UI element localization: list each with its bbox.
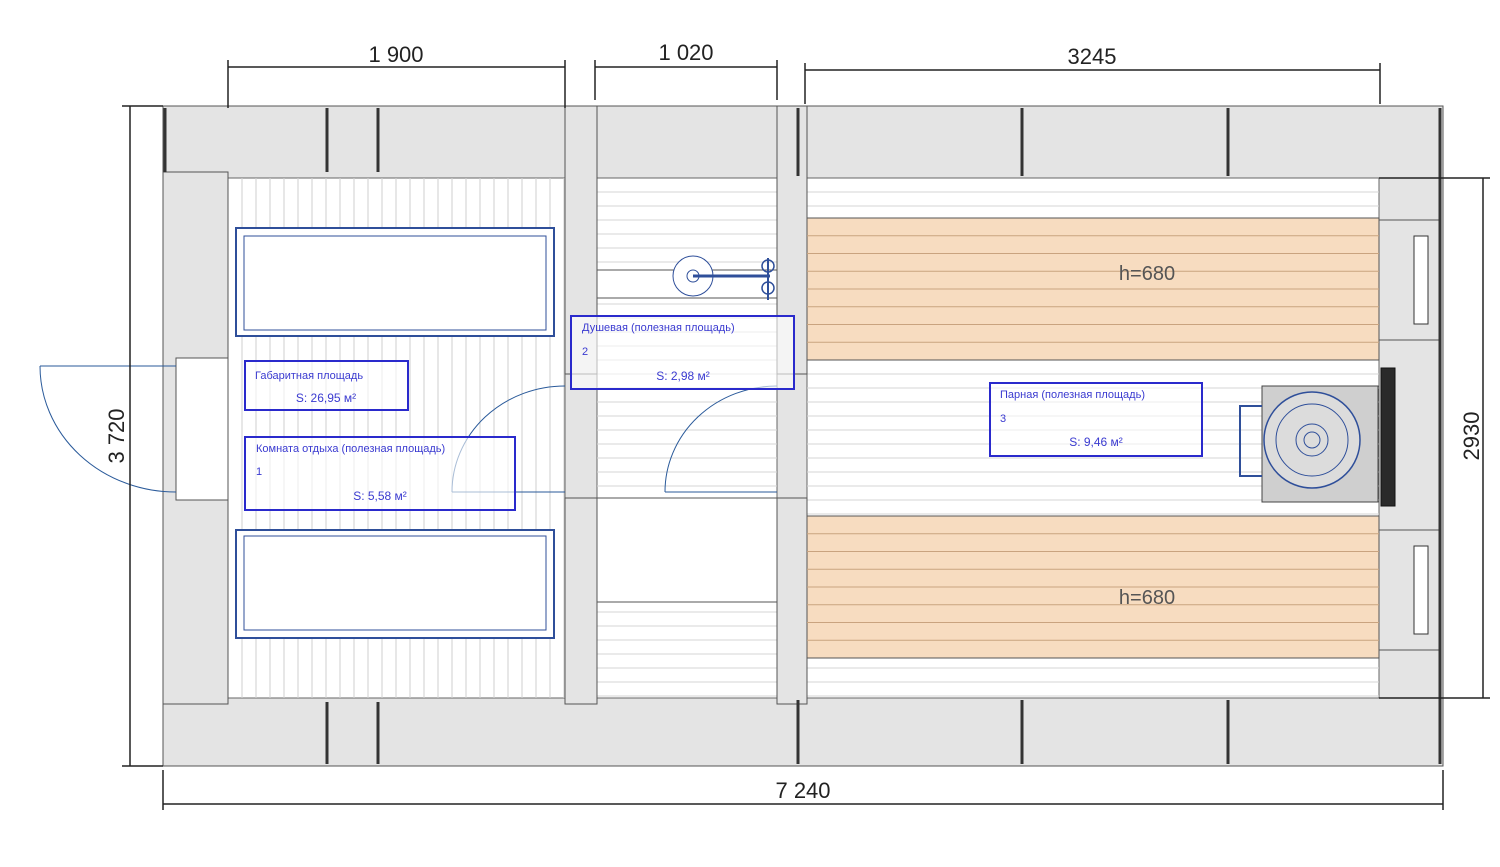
bench-lower-height: h=680 (1119, 587, 1175, 609)
label-steam-room: Парная (полезная площадь) 3 S: 9,46 м² (989, 382, 1203, 457)
shower-area: S: 2,98 м² (656, 369, 710, 383)
shower-name: Душевая (полезная площадь) (582, 322, 735, 334)
label-gross-area: Габаритная площадь S: 26,95 м² (244, 360, 409, 411)
shower-number: 2 (582, 346, 588, 358)
shower-floor (596, 177, 778, 699)
steam-room-name: Парная (полезная площадь) (1000, 389, 1145, 401)
gross-area-value: S: 26,95 м² (296, 391, 356, 405)
rest-room-area: S: 5,58 м² (353, 489, 407, 503)
left-wall (162, 171, 229, 705)
gross-area-name: Габаритная площадь (255, 370, 363, 382)
rest-room-name: Комната отдыха (полезная площадь) (256, 443, 445, 455)
label-rest-room: Комната отдыха (полезная площадь) 1 S: 5… (244, 436, 516, 511)
rest-room-number: 1 (256, 466, 262, 478)
floor-plan: h=680 h=680 Габаритная площадь S: 26,95 … (39, 40, 1490, 810)
dim-top-steam: 3245 (1068, 44, 1117, 69)
steam-room-area: S: 9,46 м² (1069, 435, 1123, 449)
steam-bench-lower (806, 515, 1380, 659)
label-shower: Душевая (полезная площадь) 2 S: 2,98 м² (570, 315, 795, 390)
rest-bench-bottom (235, 529, 555, 639)
dim-left-total: 3 720 (104, 408, 129, 463)
dim-bottom-total: 7 240 (775, 778, 830, 803)
steam-bench-upper (806, 217, 1380, 361)
dim-top-rest: 1 900 (368, 42, 423, 67)
dim-top-shower: 1 020 (658, 40, 713, 65)
shower-tray (596, 497, 778, 603)
dim-right-inner: 2930 (1459, 412, 1484, 461)
rest-bench-top (235, 227, 555, 337)
bench-upper-height: h=680 (1119, 263, 1175, 285)
steam-room-number: 3 (1000, 413, 1006, 425)
